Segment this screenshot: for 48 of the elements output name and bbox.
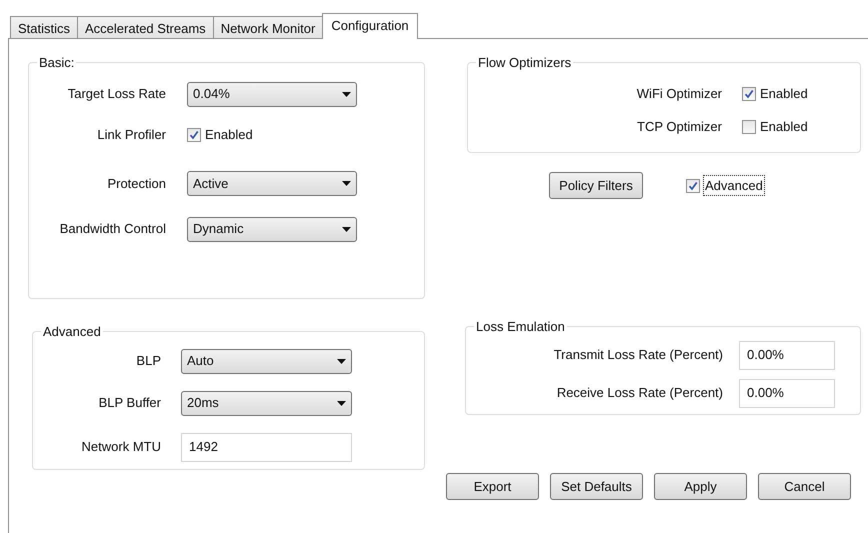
tab[interactable]: Configuration xyxy=(322,13,418,39)
field-label: Transmit Loss Rate (Percent) xyxy=(552,346,723,364)
input-field[interactable]: 0.00% xyxy=(739,378,835,408)
dropdown[interactable]: 20ms xyxy=(181,390,352,416)
check-icon xyxy=(744,89,754,99)
field-label: BLP Buffer xyxy=(98,394,161,412)
field-label: TCP Optimizer xyxy=(636,118,722,136)
caret-icon xyxy=(342,181,351,186)
checkbox[interactable] xyxy=(187,128,201,142)
tab[interactable]: Accelerated Streams xyxy=(77,16,214,38)
tab[interactable]: Network Monitor xyxy=(212,16,324,38)
dropdown[interactable]: 0.04% xyxy=(187,82,357,106)
checkbox[interactable] xyxy=(686,178,700,192)
caret-icon xyxy=(337,400,346,406)
checkbox-label: Enabled xyxy=(760,118,808,136)
check-icon xyxy=(688,180,698,190)
button[interactable]: Policy Filters xyxy=(549,172,643,199)
tab[interactable]: Statistics xyxy=(10,16,78,38)
input-field[interactable]: 0.00% xyxy=(739,340,835,370)
field-label: BLP xyxy=(135,352,161,370)
group-title: Loss Emulation xyxy=(475,319,566,334)
checkbox-label: Enabled xyxy=(760,85,808,104)
field-label: WiFi Optimizer xyxy=(636,85,722,104)
button[interactable]: Set Defaults xyxy=(550,473,643,500)
checkbox[interactable] xyxy=(742,120,756,134)
checkbox-label: Advanced xyxy=(703,174,765,196)
checkbox-label: Enabled xyxy=(205,126,253,144)
group-title: Flow Optimizers xyxy=(477,55,572,70)
caret-icon xyxy=(342,92,351,96)
dropdown[interactable]: Dynamic xyxy=(187,216,357,242)
group-title: Basic: xyxy=(38,55,76,70)
caret-icon xyxy=(337,358,346,364)
button[interactable]: Apply xyxy=(654,473,747,500)
field-label: Network MTU xyxy=(80,438,161,456)
check-icon xyxy=(189,130,199,140)
field-label: Receive Loss Rate (Percent) xyxy=(556,384,723,402)
group-title: Advanced xyxy=(42,324,102,339)
field-label: Bandwidth Control xyxy=(58,220,166,238)
field-label: Target Loss Rate xyxy=(66,85,166,104)
input-field[interactable]: 1492 xyxy=(181,432,352,462)
button[interactable]: Cancel xyxy=(758,473,851,500)
field-label: Link Profiler xyxy=(96,126,166,144)
dropdown[interactable]: Auto xyxy=(181,348,352,374)
checkbox[interactable] xyxy=(742,87,756,101)
button[interactable]: Export xyxy=(446,473,539,500)
caret-icon xyxy=(342,226,351,232)
field-label: Protection xyxy=(106,174,166,193)
dropdown[interactable]: Active xyxy=(187,171,357,196)
